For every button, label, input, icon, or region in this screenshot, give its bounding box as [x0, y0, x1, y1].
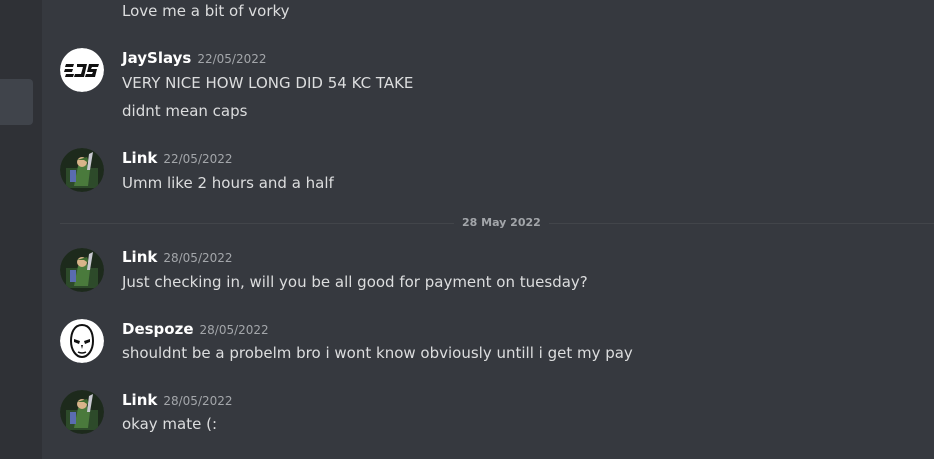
link-avatar[interactable]: [60, 390, 104, 434]
message-header: Link 22/05/2022: [122, 148, 233, 169]
author-name[interactable]: Link: [122, 248, 157, 266]
message-list: Love me a bit of vorky JaySlays 22/05/202…: [42, 0, 934, 459]
message-text: didnt mean caps: [122, 102, 248, 120]
link-avatar[interactable]: [60, 148, 104, 192]
mask-avatar[interactable]: [60, 319, 104, 363]
mask-icon: [60, 319, 104, 363]
channel-sidebar: [0, 0, 42, 459]
author-name[interactable]: Despoze: [122, 320, 194, 338]
message-header: Link 28/05/2022: [122, 247, 233, 268]
message-timestamp: 28/05/2022: [163, 251, 233, 265]
link-avatar[interactable]: [60, 248, 104, 292]
discord-window: Love me a bit of vorky JaySlays 22/05/202…: [0, 0, 934, 459]
message-header: Despoze 28/05/2022: [122, 319, 269, 340]
message-timestamp: 28/05/2022: [199, 323, 269, 337]
author-name[interactable]: JaySlays: [122, 49, 191, 67]
message-text: Umm like 2 hours and a half: [122, 174, 334, 192]
link-character-icon: [60, 390, 104, 434]
date-divider: 28 May 2022: [454, 216, 549, 230]
message-header: Link 28/05/2022: [122, 390, 233, 411]
message-timestamp: 22/05/2022: [163, 152, 233, 166]
author-name[interactable]: Link: [122, 391, 157, 409]
js-logo-avatar[interactable]: [60, 48, 104, 92]
js-logo-icon: [60, 48, 104, 92]
message-header: JaySlays 22/05/2022: [122, 48, 267, 69]
message-text: shouldnt be a probelm bro i wont know ob…: [122, 344, 633, 362]
message-text: Love me a bit of vorky: [122, 2, 290, 20]
message-text: Just checking in, will you be all good f…: [122, 273, 588, 291]
link-character-icon: [60, 248, 104, 292]
message-text: okay mate (:: [122, 415, 218, 433]
author-name[interactable]: Link: [122, 149, 157, 167]
selected-channel-item[interactable]: [0, 79, 33, 125]
link-character-icon: [60, 148, 104, 192]
message-timestamp: 22/05/2022: [197, 52, 267, 66]
message-text: VERY NICE HOW LONG DID 54 KC TAKE: [122, 74, 414, 92]
message-timestamp: 28/05/2022: [163, 394, 233, 408]
